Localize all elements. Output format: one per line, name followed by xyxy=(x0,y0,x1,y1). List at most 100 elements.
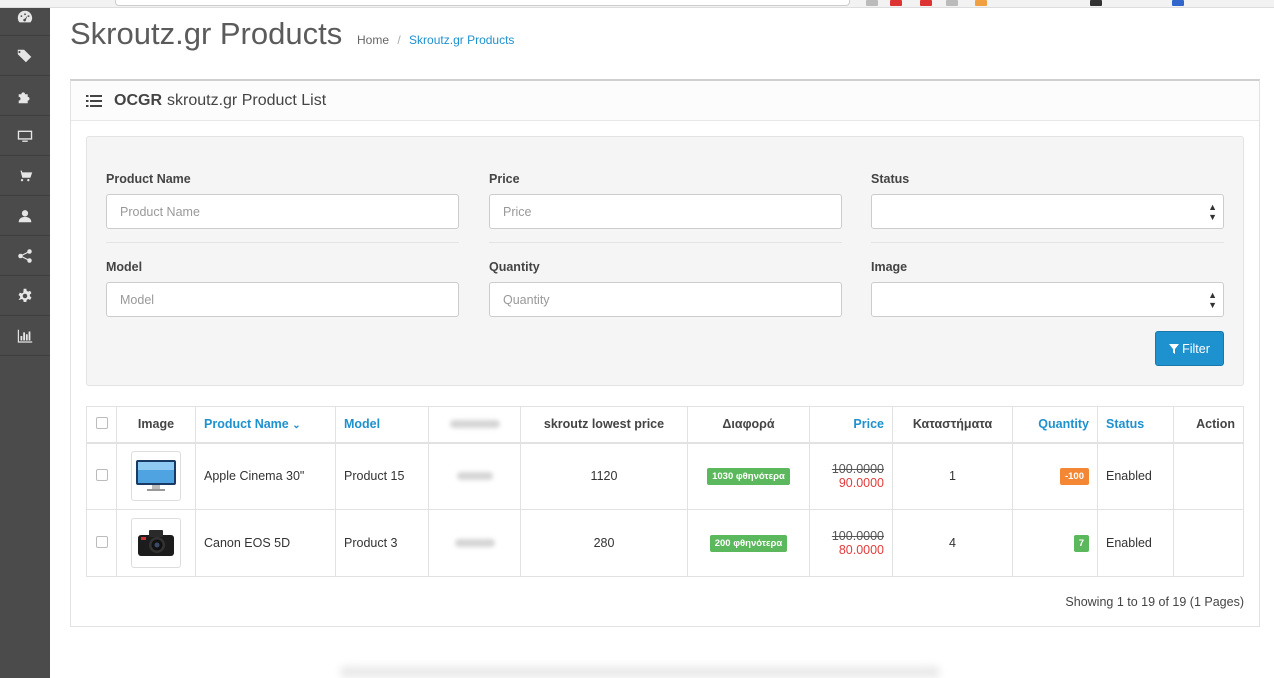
price-old: 100.0000 xyxy=(831,462,884,477)
share-icon xyxy=(18,248,32,263)
funnel-icon xyxy=(1169,343,1180,354)
row-skroutz-lowest: 280 xyxy=(520,509,688,577)
blurred-header xyxy=(449,420,500,429)
sidebar-item-customers[interactable] xyxy=(0,196,50,236)
price-special: 80.0000 xyxy=(838,543,884,557)
user-icon xyxy=(18,209,32,222)
panel-heading: OCGR skroutz.gr Product List xyxy=(71,81,1259,121)
row-stores: 4 xyxy=(892,509,1013,577)
diff-badge: 200 φθηνότερα xyxy=(709,534,788,552)
toolbar-icon[interactable] xyxy=(866,0,878,6)
chevron-down-icon: ⌄ xyxy=(292,420,301,432)
address-bar[interactable] xyxy=(115,0,850,6)
panel-title: skroutz.gr Product List xyxy=(167,91,327,109)
row-status: Enabled xyxy=(1097,509,1174,577)
sidebar-item-catalog[interactable] xyxy=(0,36,50,76)
sidebar-item-reports[interactable] xyxy=(0,316,50,356)
toolbar-icon[interactable] xyxy=(975,0,987,6)
sidebar-item-design[interactable] xyxy=(0,116,50,156)
breadcrumb-separator: / xyxy=(397,33,401,47)
price-input[interactable]: Price xyxy=(489,194,842,229)
row-model: Product 15 xyxy=(335,442,429,510)
quantity-badge: 7 xyxy=(1073,534,1089,552)
select-all-cell xyxy=(86,406,117,444)
row-select-cell xyxy=(86,509,117,577)
toolbar-icon[interactable] xyxy=(920,0,932,6)
row-diff-cell: 200 φθηνότερα xyxy=(687,509,810,577)
toolbar-icon[interactable] xyxy=(890,0,902,6)
row-action xyxy=(1173,442,1244,510)
quantity-label: Quantity xyxy=(489,260,540,274)
row-skroutz-lowest: 1120 xyxy=(520,442,688,510)
row-model: Product 3 xyxy=(335,509,429,577)
select-arrows-icon: ▲ ▼ xyxy=(1208,289,1217,310)
sidebar-item-extensions[interactable] xyxy=(0,76,50,116)
breadcrumb-home[interactable]: Home xyxy=(357,33,389,47)
row-product-name: Canon EOS 5D xyxy=(195,509,336,577)
filter-button[interactable]: Filter xyxy=(1155,331,1224,366)
sidebar xyxy=(0,8,50,678)
sidebar-item-sales[interactable] xyxy=(0,156,50,196)
row-checkbox[interactable] xyxy=(95,535,108,548)
divider xyxy=(106,242,459,243)
price-special: 90.0000 xyxy=(838,476,884,491)
col-model[interactable]: Model xyxy=(335,406,429,444)
toolbar-icon[interactable] xyxy=(1172,0,1184,6)
col-product-name[interactable]: Product Name ⌄ xyxy=(195,406,336,444)
list-icon xyxy=(86,94,102,107)
divider xyxy=(871,242,1224,243)
cart-icon xyxy=(17,170,33,181)
price-old: 100.0000 xyxy=(831,529,884,543)
camera-icon xyxy=(138,530,174,556)
toolbar-icon[interactable] xyxy=(946,0,958,6)
status-select[interactable]: ▲ ▼ xyxy=(871,194,1224,229)
diff-badge: 1030 φθηνότερα xyxy=(707,467,790,485)
col-quantity[interactable]: Quantity xyxy=(1012,406,1098,444)
filter-quantity: Quantity Quantity xyxy=(489,260,842,317)
breadcrumb-current[interactable]: Skroutz.gr Products xyxy=(409,33,514,47)
row-price-cell: 100.0000 90.0000 xyxy=(809,442,893,510)
dashboard-icon xyxy=(17,10,33,22)
tags-icon xyxy=(17,49,32,62)
price-label: Price xyxy=(489,172,520,186)
product-thumbnail[interactable] xyxy=(131,451,181,502)
select-arrows-icon: ▲ ▼ xyxy=(1208,201,1217,222)
row-quantity-cell: 7 xyxy=(1012,509,1098,577)
filter-image: Image ▲ ▼ xyxy=(871,260,1224,317)
browser-chrome xyxy=(0,0,1274,8)
status-label: Status xyxy=(871,172,910,186)
sidebar-item-dashboard[interactable] xyxy=(0,0,50,36)
product-name-label: Product Name xyxy=(106,172,191,186)
table-row: Apple Cinema 30" Product 15 1120 1030 φθ… xyxy=(86,442,1244,510)
filter-status: Status ▲ ▼ xyxy=(871,172,1224,229)
puzzle-icon xyxy=(18,91,30,103)
filter-well: Product Name Product Name Model Model Pr… xyxy=(86,136,1244,386)
bottom-shadow xyxy=(340,666,940,678)
row-checkbox[interactable] xyxy=(95,468,108,481)
row-image-cell xyxy=(116,442,196,510)
desktop-icon xyxy=(17,130,33,142)
row-price-cell: 100.0000 80.0000 xyxy=(809,509,893,577)
col-stores: Καταστήματα xyxy=(892,406,1013,444)
row-blurred xyxy=(428,442,521,510)
row-status: Enabled xyxy=(1097,442,1174,510)
select-all-checkbox[interactable] xyxy=(95,416,108,429)
col-product-name-label: Product Name xyxy=(204,417,289,432)
sidebar-item-system[interactable] xyxy=(0,276,50,316)
col-status[interactable]: Status xyxy=(1097,406,1174,444)
row-image-cell xyxy=(116,509,196,577)
sidebar-item-marketing[interactable] xyxy=(0,236,50,276)
col-skroutz-lowest: skroutz lowest price xyxy=(520,406,688,444)
cog-icon xyxy=(18,288,32,302)
quantity-input[interactable]: Quantity xyxy=(489,282,842,317)
bar-chart-icon xyxy=(17,329,33,343)
filter-model: Model Model xyxy=(106,260,459,317)
product-name-input[interactable]: Product Name xyxy=(106,194,459,229)
product-thumbnail[interactable] xyxy=(131,518,181,568)
col-price[interactable]: Price xyxy=(809,406,893,444)
toolbar-icon[interactable] xyxy=(1090,0,1102,6)
model-input[interactable]: Model xyxy=(106,282,459,317)
image-select[interactable]: ▲ ▼ xyxy=(871,282,1224,317)
filter-price: Price Price xyxy=(489,172,842,229)
row-select-cell xyxy=(86,442,117,510)
